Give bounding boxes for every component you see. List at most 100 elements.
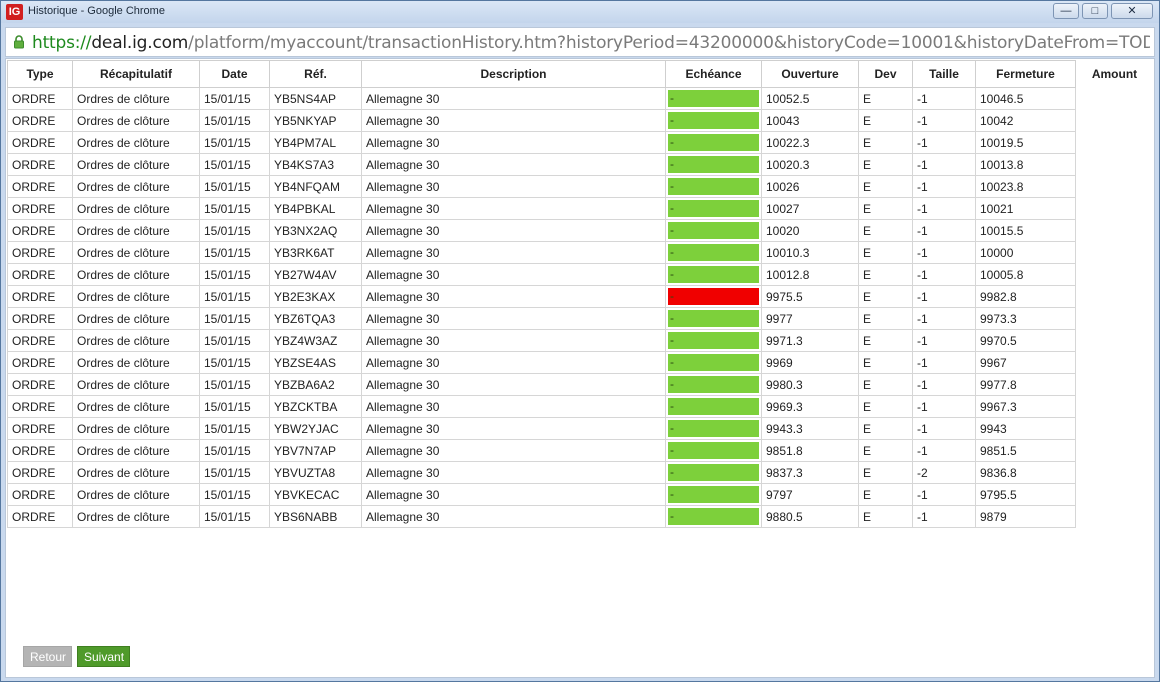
cell-ref: YBVKECAC: [269, 483, 362, 506]
table-row[interactable]: ORDRE Ordres de clôture 15/01/15 YBZSE4AS Al…: [7, 351, 1154, 374]
cell-date: 15/01/15: [199, 373, 270, 396]
table-row[interactable]: ORDRE Ordres de clôture 15/01/15 YBS6NABB Al…: [7, 505, 1154, 528]
table-row[interactable]: ORDRE Ordres de clôture 15/01/15 YBZCKTBA Al…: [7, 395, 1154, 418]
cell-description: Allemagne 30: [361, 285, 666, 308]
cell-description: Allemagne 30: [361, 307, 666, 330]
table-row[interactable]: ORDRE Ordres de clôture 15/01/15 YBZBA6A2 Al…: [7, 373, 1154, 396]
echeance-status-green: -: [668, 420, 759, 437]
cell-recap: Ordres de clôture: [72, 131, 200, 154]
cell-description: Allemagne 30: [361, 263, 666, 286]
cell-description: Allemagne 30: [361, 175, 666, 198]
minimize-button[interactable]: —: [1053, 3, 1079, 19]
cell-echeance: -: [665, 351, 762, 374]
cell-empty: [1075, 373, 1154, 396]
cell-taille: -1: [912, 307, 976, 330]
cell-echeance: -: [665, 505, 762, 528]
cell-fermeture: 9973.3: [975, 307, 1076, 330]
cell-dev: E: [858, 131, 913, 154]
cell-fermeture: 10019.5: [975, 131, 1076, 154]
cell-echeance: -: [665, 307, 762, 330]
cell-description: Allemagne 30: [361, 87, 666, 110]
cell-empty: [1075, 307, 1154, 330]
cell-type: ORDRE: [7, 109, 73, 132]
cell-dev: E: [858, 373, 913, 396]
cell-echeance: -: [665, 87, 762, 110]
cell-taille: -1: [912, 329, 976, 352]
table-row[interactable]: ORDRE Ordres de clôture 15/01/15 YBVUZTA8 Al…: [7, 461, 1154, 484]
next-button[interactable]: Suivant: [77, 646, 130, 667]
cell-type: ORDRE: [7, 87, 73, 110]
cell-empty: [1075, 329, 1154, 352]
header-ref[interactable]: Réf.: [269, 60, 362, 88]
header-fermeture[interactable]: Fermeture: [975, 60, 1076, 88]
header-ouverture[interactable]: Ouverture: [761, 60, 859, 88]
table-row[interactable]: ORDRE Ordres de clôture 15/01/15 YB4NFQAM Al…: [7, 175, 1154, 198]
echeance-status-green: -: [668, 178, 759, 195]
cell-fermeture: 10021: [975, 197, 1076, 220]
cell-fermeture: 10005.8: [975, 263, 1076, 286]
cell-fermeture: 9967.3: [975, 395, 1076, 418]
table-row[interactable]: ORDRE Ordres de clôture 15/01/15 YB3NX2AQ Al…: [7, 219, 1154, 242]
header-amount[interactable]: Amount: [1075, 60, 1154, 88]
header-type[interactable]: Type: [7, 60, 73, 88]
cell-recap: Ordres de clôture: [72, 373, 200, 396]
cell-ouverture: 9797: [761, 483, 859, 506]
table-row[interactable]: ORDRE Ordres de clôture 15/01/15 YBZ6TQA3 Al…: [7, 307, 1154, 330]
cell-taille: -1: [912, 219, 976, 242]
address-bar[interactable]: https://deal.ig.com/platform/myaccount/t…: [5, 27, 1155, 57]
cell-recap: Ordres de clôture: [72, 87, 200, 110]
cell-fermeture: 9943: [975, 417, 1076, 440]
cell-recap: Ordres de clôture: [72, 241, 200, 264]
table-row[interactable]: ORDRE Ordres de clôture 15/01/15 YB3RK6AT Al…: [7, 241, 1154, 264]
echeance-status-green: -: [668, 222, 759, 239]
cell-empty: [1075, 241, 1154, 264]
title-bar[interactable]: IG Historique - Google Chrome — □ ✕: [1, 1, 1159, 23]
cell-date: 15/01/15: [199, 461, 270, 484]
cell-ref: YB3NX2AQ: [269, 219, 362, 242]
cell-description: Allemagne 30: [361, 219, 666, 242]
cell-ref: YB5NS4AP: [269, 87, 362, 110]
cell-taille: -1: [912, 109, 976, 132]
cell-fermeture: 10023.8: [975, 175, 1076, 198]
cell-taille: -1: [912, 505, 976, 528]
table-row[interactable]: ORDRE Ordres de clôture 15/01/15 YB4KS7A3 Al…: [7, 153, 1154, 176]
header-description[interactable]: Description: [361, 60, 666, 88]
table-row[interactable]: ORDRE Ordres de clôture 15/01/15 YB4PBKAL Al…: [7, 197, 1154, 220]
cell-ref: YBW2YJAC: [269, 417, 362, 440]
table-row[interactable]: ORDRE Ordres de clôture 15/01/15 YB27W4AV Al…: [7, 263, 1154, 286]
cell-empty: [1075, 219, 1154, 242]
table-row[interactable]: ORDRE Ordres de clôture 15/01/15 YB5NKYAP Al…: [7, 109, 1154, 132]
table-row[interactable]: ORDRE Ordres de clôture 15/01/15 YB4PM7AL Al…: [7, 131, 1154, 154]
table-row[interactable]: ORDRE Ordres de clôture 15/01/15 YBW2YJAC Al…: [7, 417, 1154, 440]
header-recap[interactable]: Récapitulatif: [72, 60, 200, 88]
url-text[interactable]: https://deal.ig.com/platform/myaccount/t…: [32, 33, 1150, 53]
cell-fermeture: 9967: [975, 351, 1076, 374]
maximize-button[interactable]: □: [1082, 3, 1108, 19]
header-date[interactable]: Date: [199, 60, 270, 88]
cell-ouverture: 10052.5: [761, 87, 859, 110]
header-echeance[interactable]: Echéance: [665, 60, 762, 88]
ig-logo-icon: IG: [6, 4, 23, 20]
table-row[interactable]: ORDRE Ordres de clôture 15/01/15 YBZ4W3AZ Al…: [7, 329, 1154, 352]
cell-fermeture: 10042: [975, 109, 1076, 132]
back-button[interactable]: Retour: [23, 646, 72, 667]
echeance-status-green: -: [668, 442, 759, 459]
cell-ouverture: 9851.8: [761, 439, 859, 462]
table-row[interactable]: ORDRE Ordres de clôture 15/01/15 YB5NS4AP Al…: [7, 87, 1154, 110]
cell-recap: Ordres de clôture: [72, 329, 200, 352]
cell-echeance: -: [665, 109, 762, 132]
transaction-history-table: Type Récapitulatif Date Réf. Description…: [7, 60, 1154, 528]
cell-ref: YB27W4AV: [269, 263, 362, 286]
header-dev[interactable]: Dev: [858, 60, 913, 88]
table-row[interactable]: ORDRE Ordres de clôture 15/01/15 YBV7N7AP Al…: [7, 439, 1154, 462]
table-row[interactable]: ORDRE Ordres de clôture 15/01/15 YB2E3KAX Al…: [7, 285, 1154, 308]
cell-dev: E: [858, 329, 913, 352]
cell-dev: E: [858, 263, 913, 286]
cell-taille: -1: [912, 373, 976, 396]
table-row[interactable]: ORDRE Ordres de clôture 15/01/15 YBVKECAC Al…: [7, 483, 1154, 506]
close-button[interactable]: ✕: [1111, 3, 1153, 19]
cell-recap: Ordres de clôture: [72, 483, 200, 506]
cell-fermeture: 9977.8: [975, 373, 1076, 396]
header-taille[interactable]: Taille: [912, 60, 976, 88]
cell-fermeture: 9795.5: [975, 483, 1076, 506]
